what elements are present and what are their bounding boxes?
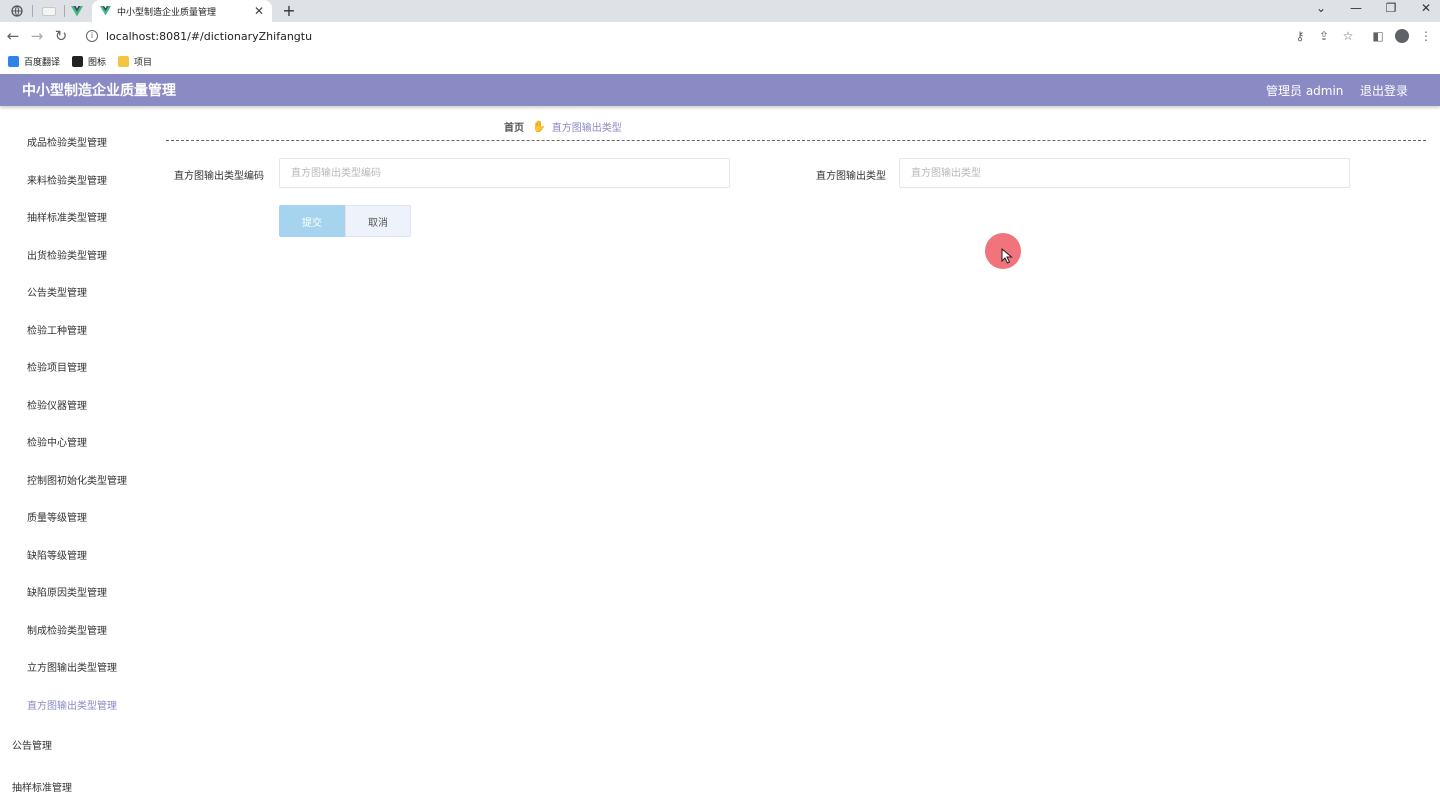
breadcrumb-divider <box>166 140 1426 141</box>
tab-title: 中小型制造企业质量管理 <box>117 7 217 18</box>
app-title: 中小型制造企业质量管理 <box>22 83 176 99</box>
bookmark-project[interactable]: 项目 <box>118 55 152 68</box>
bookmark-icons[interactable]: 图标 <box>72 55 106 68</box>
sidebar-item[interactable]: 质量等级管理 <box>27 509 87 524</box>
sidebar-item[interactable]: 缺陷等级管理 <box>27 547 87 562</box>
hand-icon: ✋ <box>532 120 546 133</box>
new-tab-button[interactable]: + <box>280 1 298 20</box>
bookmarks-bar: 百度翻译 图标 项目 <box>0 50 1440 72</box>
type-field-label: 直方图输出类型 <box>816 171 886 182</box>
blank-tab-icon[interactable] <box>36 3 62 19</box>
close-tab-icon[interactable]: ✕ <box>254 4 264 18</box>
code-field-label: 直方图输出类型编码 <box>174 171 264 182</box>
active-browser-tab[interactable]: 中小型制造企业质量管理 ✕ <box>92 0 272 22</box>
back-arrow-icon[interactable]: ← <box>4 27 22 45</box>
sidebar-item[interactable]: 出货检验类型管理 <box>27 247 107 262</box>
tab-search-icon[interactable]: ⌄ <box>1311 1 1331 15</box>
forward-arrow-icon[interactable]: → <box>28 27 46 45</box>
tab-divider <box>32 5 33 17</box>
type-input[interactable] <box>899 158 1350 188</box>
browser-tab-bar: 中小型制造企业质量管理 ✕ + ⌄ — ❐ ✕ <box>0 0 1440 22</box>
sidebar-item[interactable]: 成品检验类型管理 <box>27 134 107 149</box>
reload-icon[interactable]: ↻ <box>52 27 70 45</box>
breadcrumb-current: 直方图输出类型 <box>551 123 622 134</box>
share-icon[interactable]: ⇪ <box>1316 29 1332 43</box>
url-field[interactable]: i localhost:8081/#/dictionaryZhifangtu <box>78 25 1438 47</box>
submit-button[interactable]: 提交 <box>279 205 345 237</box>
star-icon[interactable]: ☆ <box>1340 29 1356 43</box>
vue-logo-icon <box>100 6 111 16</box>
sidebar-item[interactable]: 立方图输出类型管理 <box>27 659 117 674</box>
sidebar-item[interactable]: 直方图输出类型管理 <box>27 697 117 712</box>
key-icon[interactable]: ⚷ <box>1292 29 1308 43</box>
sidebar-item[interactable]: 检验工种管理 <box>27 322 87 337</box>
translate-icon <box>8 55 19 67</box>
bookmark-baidu-translate[interactable]: 百度翻译 <box>8 55 60 68</box>
menu-kebab-icon[interactable]: ⋮ <box>1418 29 1434 43</box>
sidebar-item[interactable]: 制成检验类型管理 <box>27 622 107 637</box>
code-input[interactable] <box>279 158 730 188</box>
globe-tab-icon[interactable] <box>4 3 30 19</box>
image-icon <box>72 55 84 67</box>
sidebar-item[interactable]: 公告类型管理 <box>27 284 87 299</box>
minimize-button[interactable]: — <box>1346 1 1366 15</box>
current-user: 管理员 admin <box>1266 84 1344 98</box>
address-bar-row: ← → ↻ i localhost:8081/#/dictionaryZhifa… <box>0 22 1440 50</box>
sidebar-item[interactable]: 来料检验类型管理 <box>27 172 107 187</box>
cancel-button[interactable]: 取消 <box>345 205 411 237</box>
sidebar-item[interactable]: 检验项目管理 <box>27 359 87 374</box>
logout-link[interactable]: 退出登录 <box>1360 82 1408 99</box>
sidebar-item[interactable]: 抽样标准类型管理 <box>27 209 107 224</box>
sidebar-item[interactable]: 检验中心管理 <box>27 434 87 449</box>
mouse-cursor-icon <box>1001 248 1013 264</box>
sidebar-group[interactable]: 抽样标准管理 <box>12 779 72 794</box>
profile-icon[interactable] <box>1394 29 1410 43</box>
sidepanel-icon[interactable]: ◧ <box>1370 29 1386 43</box>
sidebar-group[interactable]: 公告管理 <box>12 737 52 752</box>
sidebar-item[interactable]: 缺陷原因类型管理 <box>27 584 107 599</box>
breadcrumb: 首页 ✋ 直方图输出类型 <box>504 119 622 134</box>
sidebar-item[interactable]: 检验仪器管理 <box>27 397 87 412</box>
info-icon[interactable]: i <box>86 30 98 42</box>
url-text: localhost:8081/#/dictionaryZhifangtu <box>106 29 313 43</box>
sidebar-item[interactable]: 控制图初始化类型管理 <box>27 472 127 487</box>
sidebar-menu: 成品检验类型管理 来料检验类型管理 抽样标准类型管理 出货检验类型管理 公告类型管理 检验… <box>0 106 160 804</box>
close-window-button[interactable]: ✕ <box>1416 1 1436 15</box>
folder-icon <box>118 55 130 67</box>
breadcrumb-home[interactable]: 首页 <box>504 119 524 134</box>
app-header: 中小型制造企业质量管理 管理员 admin 退出登录 <box>0 74 1440 106</box>
restore-button[interactable]: ❐ <box>1381 1 1401 15</box>
vue-tab-icon[interactable] <box>64 3 90 19</box>
